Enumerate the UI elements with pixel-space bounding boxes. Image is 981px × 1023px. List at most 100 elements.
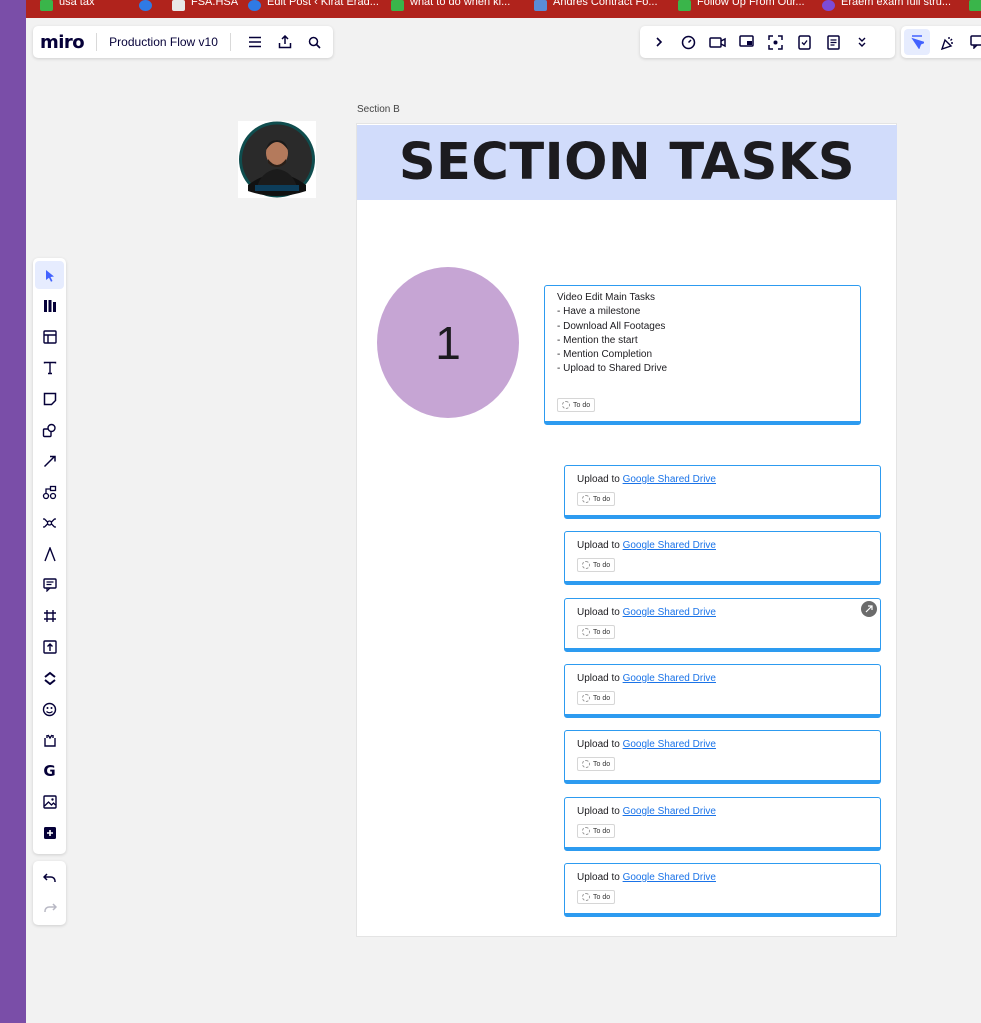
status-icon <box>562 401 570 409</box>
bookmark-item[interactable]: Andres Contract Fo... <box>534 0 658 18</box>
upload-card[interactable]: Upload to Google Shared Drive To do <box>564 863 881 917</box>
integration-icon[interactable] <box>35 726 64 754</box>
image-icon[interactable] <box>35 788 64 816</box>
card-text: Upload to <box>577 540 620 551</box>
section-label[interactable]: Section B <box>357 104 400 115</box>
library-icon[interactable] <box>35 292 64 320</box>
upload-icon[interactable] <box>35 633 64 661</box>
status-icon <box>582 893 590 901</box>
drive-link[interactable]: Google Shared Drive <box>623 739 716 750</box>
card-text: Upload to <box>577 872 620 883</box>
drive-link[interactable]: Google Shared Drive <box>623 872 716 883</box>
bookmark-item[interactable]: Edit Post ‹ Kirat Erad... <box>248 0 379 18</box>
voting-icon[interactable] <box>791 29 817 55</box>
status-label: To do <box>573 401 591 409</box>
status-badge[interactable]: To do <box>577 757 616 771</box>
status-label: To do <box>593 628 611 636</box>
drive-link[interactable]: Google Shared Drive <box>623 673 716 684</box>
bookmark-item[interactable]: what to do when ki... <box>391 0 510 18</box>
google-icon[interactable]: G <box>35 757 64 785</box>
comment-icon[interactable] <box>964 29 981 55</box>
card-title: Video Edit Main Tasks <box>557 292 656 303</box>
upload-card[interactable]: Upload to Google Shared Drive To do <box>564 730 881 784</box>
upload-card[interactable]: Upload to Google Shared Drive To do <box>564 531 881 585</box>
bookmark-item[interactable] <box>139 0 152 18</box>
video-call-icon[interactable] <box>704 29 730 55</box>
comment-icon[interactable] <box>35 571 64 599</box>
bookmark-label: usa tax <box>59 0 95 8</box>
interaction-toolbar <box>901 26 981 58</box>
sticky-note-icon[interactable] <box>35 385 64 413</box>
bookmark-item[interactable] <box>969 0 981 18</box>
status-badge[interactable]: To do <box>577 824 616 838</box>
bookmark-label: what to do when ki... <box>410 0 511 8</box>
upload-card[interactable]: Upload to Google Shared Drive To do <box>564 598 881 652</box>
status-label: To do <box>593 561 611 569</box>
timer-icon[interactable] <box>675 29 701 55</box>
status-badge[interactable]: To do <box>577 492 616 506</box>
drive-link[interactable]: Google Shared Drive <box>623 540 716 551</box>
frame-icon[interactable] <box>35 602 64 630</box>
status-badge[interactable]: To do <box>577 625 616 639</box>
bookmark-item[interactable]: Follow Up From Our... <box>678 0 805 18</box>
status-icon <box>582 628 590 636</box>
upload-card[interactable]: Upload to Google Shared Drive To do <box>564 465 881 519</box>
card-text: Upload to <box>577 806 620 817</box>
pen-icon[interactable] <box>35 540 64 568</box>
clickup-icon[interactable] <box>35 664 64 692</box>
status-label: To do <box>593 495 611 503</box>
select-icon[interactable] <box>35 261 64 289</box>
search-icon[interactable] <box>303 30 327 54</box>
more-icon[interactable] <box>849 29 875 55</box>
bookmark-item[interactable]: Eraem exam full stru... <box>822 0 951 18</box>
main-task-card[interactable]: Video Edit Main Tasks - Have a milestone… <box>544 285 861 425</box>
drive-link[interactable]: Google Shared Drive <box>623 607 716 618</box>
drive-link[interactable]: Google Shared Drive <box>623 806 716 817</box>
status-badge[interactable]: To do <box>557 398 596 412</box>
upload-card[interactable]: Upload to Google Shared Drive To do <box>564 664 881 718</box>
mindmap-icon[interactable] <box>35 509 64 537</box>
connector-icon[interactable] <box>35 447 64 475</box>
menu-icon[interactable] <box>243 30 267 54</box>
bookmark-item[interactable]: usa tax <box>40 0 94 18</box>
diagram-icon[interactable] <box>35 478 64 506</box>
section-title: SECTION TASKS <box>398 133 856 192</box>
gmail-icon <box>391 0 404 11</box>
shapes-icon[interactable] <box>35 416 64 444</box>
undo-icon[interactable] <box>35 864 64 892</box>
export-icon[interactable] <box>273 30 297 54</box>
select-mode-icon[interactable] <box>904 29 930 55</box>
status-badge[interactable]: To do <box>577 558 616 572</box>
task-line: - Have a milestone <box>557 306 641 318</box>
upload-card[interactable]: Upload to Google Shared Drive To do <box>564 797 881 851</box>
bookmark-label: Edit Post ‹ Kirat Erad... <box>267 0 379 8</box>
notes-icon[interactable] <box>820 29 846 55</box>
focus-icon[interactable] <box>762 29 788 55</box>
templates-icon[interactable] <box>35 323 64 351</box>
section-header[interactable]: SECTION TASKS <box>357 125 897 200</box>
step-number-circle[interactable]: 1 <box>377 267 519 418</box>
miro-logo[interactable]: miro <box>40 32 85 53</box>
status-icon <box>582 760 590 768</box>
board-name[interactable]: Production Flow v10 <box>109 35 218 49</box>
status-label: To do <box>593 694 611 702</box>
bookmarks-bar: usa tax FSA.HSA Edit Post ‹ Kirat Erad..… <box>26 0 981 18</box>
gmail-icon <box>678 0 691 11</box>
expand-icon[interactable] <box>861 601 877 617</box>
folder-icon <box>172 0 185 11</box>
bookmark-item[interactable]: FSA.HSA <box>172 0 238 18</box>
card-text: Upload to <box>577 673 620 684</box>
redo-icon[interactable] <box>35 894 64 922</box>
chevron-right-icon[interactable] <box>646 29 672 55</box>
more-apps-icon[interactable] <box>35 819 64 847</box>
emoji-icon[interactable] <box>35 695 64 723</box>
section-frame[interactable]: SECTION TASKS 1 Video Edit Main Tasks - … <box>356 123 897 937</box>
celebrate-icon[interactable] <box>934 29 960 55</box>
status-badge[interactable]: To do <box>577 691 616 705</box>
presentation-icon[interactable] <box>733 29 759 55</box>
status-icon <box>582 495 590 503</box>
text-icon[interactable] <box>35 354 64 382</box>
drive-link[interactable]: Google Shared Drive <box>623 474 716 485</box>
status-badge[interactable]: To do <box>577 890 616 904</box>
avatar-sticker[interactable] <box>238 121 316 198</box>
